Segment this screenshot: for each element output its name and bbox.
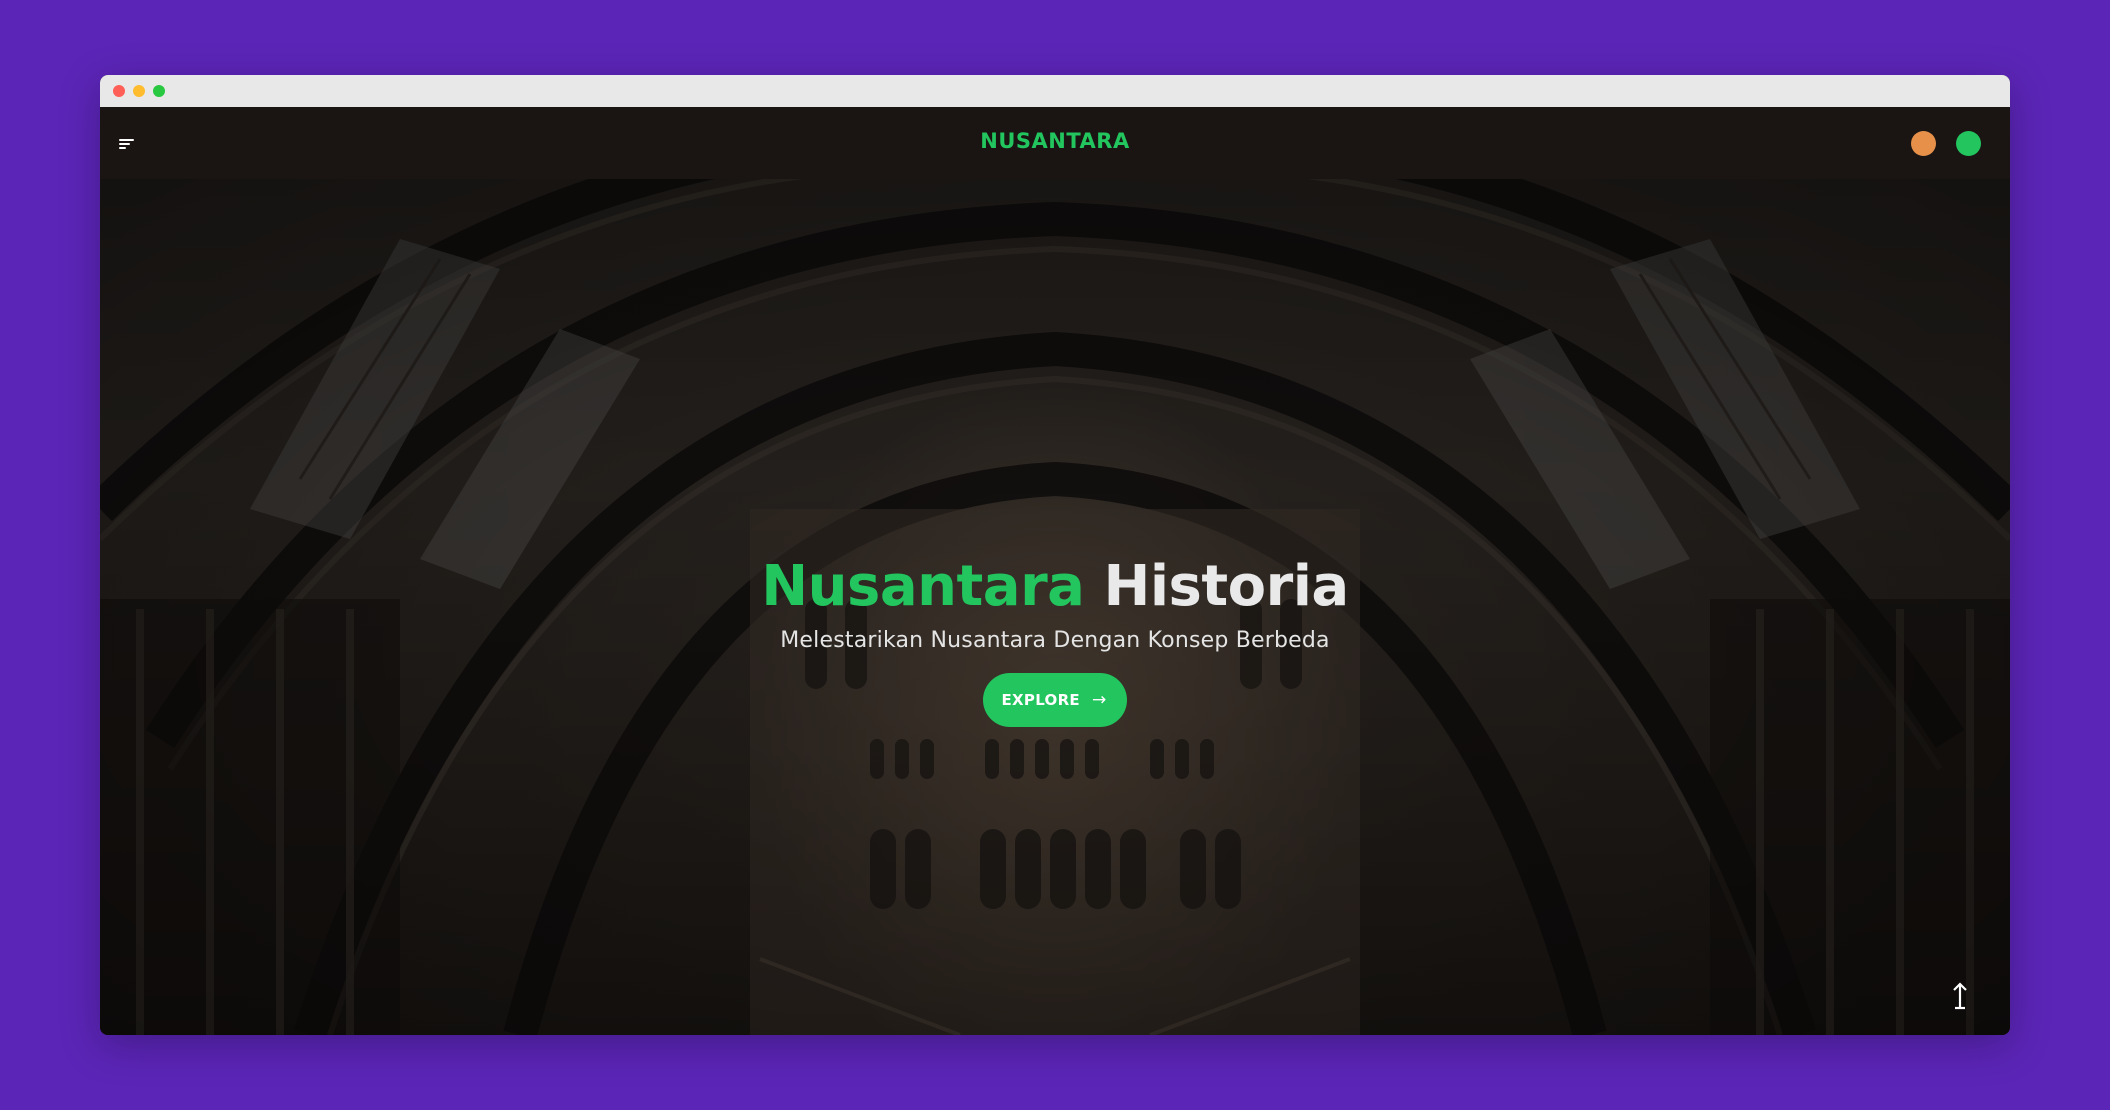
minimize-window-icon[interactable] — [133, 85, 145, 97]
arrow-right-icon: → — [1091, 690, 1107, 710]
browser-titlebar — [100, 75, 2010, 107]
scroll-to-top-button[interactable] — [1948, 981, 1972, 1011]
hero-content: Nusantara Historia Melestarikan Nusantar… — [100, 554, 2010, 727]
green-circle-button[interactable] — [1956, 131, 1981, 156]
browser-window: NUSANTARA Nusantara Historia Melestarika… — [100, 75, 2010, 1035]
maximize-window-icon[interactable] — [153, 85, 165, 97]
orange-circle-button[interactable] — [1911, 131, 1936, 156]
hero-title-accent: Nusantara — [761, 554, 1085, 619]
hero-section: Nusantara Historia Melestarikan Nusantar… — [100, 179, 2010, 1035]
explore-button[interactable]: EXPLORE → — [983, 673, 1127, 727]
close-window-icon[interactable] — [113, 85, 125, 97]
site-brand[interactable]: NUSANTARA — [100, 129, 2010, 153]
hero-title: Nusantara Historia — [100, 554, 2010, 620]
hero-subtitle: Melestarikan Nusantara Dengan Konsep Ber… — [780, 628, 1330, 653]
site-navbar: NUSANTARA — [100, 107, 2010, 179]
arrow-up-icon — [1953, 982, 1967, 1010]
explore-button-label: EXPLORE — [1001, 691, 1080, 709]
hero-title-rest: Historia — [1103, 554, 1349, 619]
